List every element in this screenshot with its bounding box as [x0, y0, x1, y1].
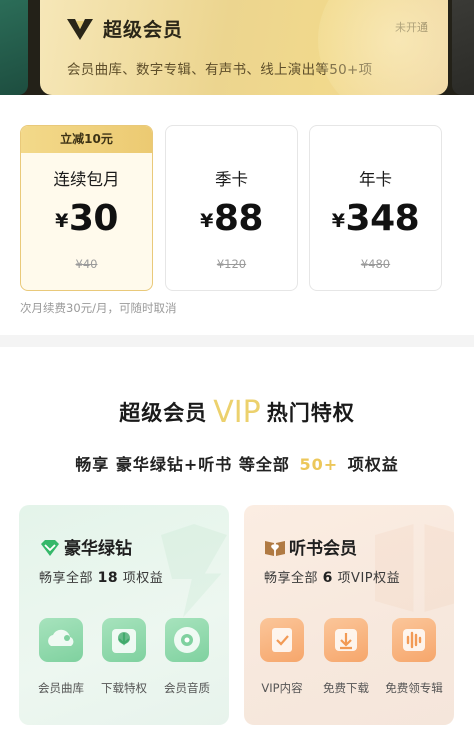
plan-selector: 立减10元 连续包月 ¥30 ¥40 季卡 ¥88 ¥120 年卡 ¥348 ¥…	[0, 95, 474, 343]
green-panel-title-text: 豪华绿钻	[64, 539, 132, 559]
plan-card-yearly[interactable]: 年卡 ¥348 ¥480	[309, 125, 442, 291]
prev-card-edge[interactable]	[0, 0, 28, 95]
privileges-title: 超级会员 VIP 热门特权	[0, 395, 474, 430]
feature-free-album[interactable]: 免费领专辑	[382, 618, 446, 696]
disc-icon	[165, 618, 209, 662]
book-heart-icon	[265, 541, 285, 556]
original-price: ¥120	[216, 257, 247, 271]
price-value: 348	[345, 198, 420, 239]
privileges-subtitle: 畅享 豪华绿钻+听书 等全部 50+ 项权益	[0, 451, 474, 475]
privileges-sub-post: 项权益	[347, 455, 399, 474]
plan-name: 年卡	[359, 170, 392, 189]
green-desc-pre: 畅享全部	[39, 571, 94, 586]
green-desc-num: 18	[97, 570, 119, 586]
plan-card-quarterly[interactable]: 季卡 ¥88 ¥120	[165, 125, 298, 291]
privileges-title-post: 热门特权	[266, 401, 355, 425]
vip-status-label: 未开通	[395, 21, 428, 34]
green-desc-post: 项权益	[122, 571, 164, 586]
privileges-sub-num: 50+	[299, 455, 339, 474]
currency-symbol: ¥	[200, 210, 213, 232]
vip-banner-area: 超级会员 未开通 会员曲库、数字专辑、有声书、线上演出等50+项	[0, 0, 474, 95]
plan-price: ¥88	[166, 198, 297, 239]
privileges-title-vip: VIP	[213, 395, 261, 430]
green-panel-title: 豪华绿钻	[39, 534, 132, 559]
green-diamond-icon	[41, 540, 59, 556]
renewal-note: 次月续费30元/月，可随时取消	[20, 301, 177, 315]
plan-name: 季卡	[215, 170, 248, 189]
vip-diamond-icon	[67, 19, 93, 40]
peach-desc-post: 项VIP权益	[337, 571, 401, 586]
feature-download[interactable]: 下载特权	[92, 618, 156, 696]
download-icon	[324, 618, 368, 662]
feature-member-library[interactable]: 会员曲库	[29, 618, 93, 696]
feature-free-download[interactable]: 免费下载	[314, 618, 378, 696]
green-diamond-panel[interactable]: 豪华绿钻 畅享全部 18 项权益 会员曲库 下载特权 会员音质	[19, 505, 229, 725]
plan-price: ¥348	[310, 198, 441, 239]
peach-desc-pre: 畅享全部	[264, 571, 319, 586]
download-icon	[102, 618, 146, 662]
currency-symbol: ¥	[331, 210, 345, 232]
vip-card-desc: 会员曲库、数字专辑、有声书、线上演出等50+项	[67, 62, 373, 78]
feature-label: 免费下载	[323, 681, 369, 695]
plan-card-monthly[interactable]: 立减10元 连续包月 ¥30 ¥40	[20, 125, 153, 291]
feature-vip-content[interactable]: VIP内容	[250, 618, 314, 696]
price-value: 30	[68, 198, 119, 239]
plan-price: ¥30	[21, 198, 152, 239]
vip-card-title: 超级会员	[103, 19, 184, 41]
feature-audio-quality[interactable]: 会员音质	[155, 618, 219, 696]
original-price: ¥480	[360, 257, 391, 271]
feature-label: 会员音质	[164, 681, 210, 695]
audio-wave-icon	[392, 618, 436, 662]
next-card-edge[interactable]	[452, 0, 474, 95]
peach-panel-title-text: 听书会员	[289, 539, 357, 559]
price-value: 88	[213, 198, 264, 239]
feature-label: 免费领专辑	[385, 681, 443, 695]
feature-label: 下载特权	[101, 681, 147, 695]
section-divider	[0, 335, 474, 347]
peach-desc-num: 6	[322, 570, 333, 586]
super-vip-card[interactable]: 超级会员 未开通 会员曲库、数字专辑、有声书、线上演出等50+项	[40, 0, 448, 95]
feature-label: 会员曲库	[38, 681, 84, 695]
green-panel-desc: 畅享全部 18 项权益	[39, 567, 163, 586]
vip-purchase-page: 超级会员 未开通 会员曲库、数字专辑、有声书、线上演出等50+项 立减10元 连…	[0, 0, 474, 744]
discount-tag: 立减10元	[21, 126, 152, 153]
peach-panel-desc: 畅享全部 6 项VIP权益	[264, 567, 400, 586]
peach-panel-title: 听书会员	[264, 534, 357, 559]
vip-content-icon	[260, 618, 304, 662]
privileges-title-pre: 超级会员	[119, 401, 208, 425]
audiobook-member-panel[interactable]: 听书会员 畅享全部 6 项VIP权益 VIP内容 免费下载 免费领专辑	[244, 505, 454, 725]
privileges-sub-pre: 畅享 豪华绿钻+听书 等全部	[75, 455, 290, 474]
feature-label: VIP内容	[261, 681, 303, 695]
original-price: ¥40	[75, 257, 98, 271]
cloud-icon	[39, 618, 83, 662]
currency-symbol: ¥	[55, 210, 68, 232]
plan-name: 连续包月	[53, 170, 120, 189]
